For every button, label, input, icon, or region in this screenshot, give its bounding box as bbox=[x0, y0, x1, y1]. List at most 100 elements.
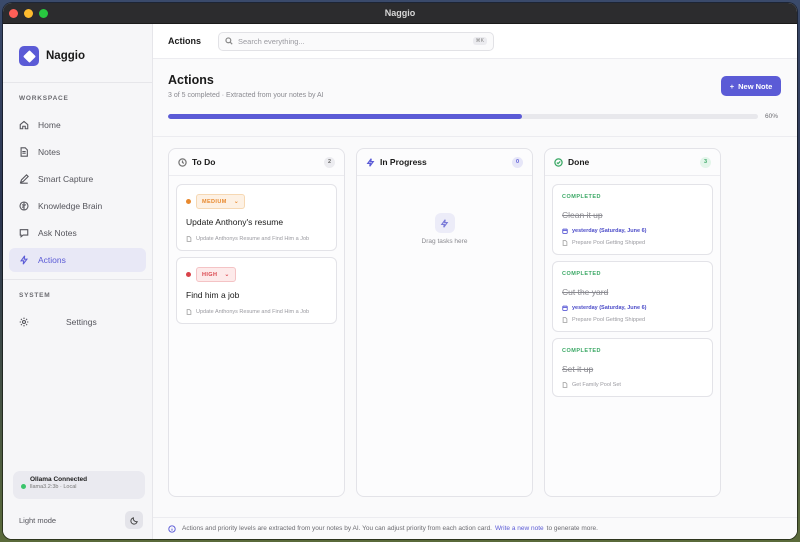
search-icon bbox=[225, 37, 233, 45]
brand-name: Naggio bbox=[46, 50, 85, 62]
source-note-link[interactable]: Prepare Pool Getting Shipped bbox=[562, 317, 703, 323]
sidebar-item-label: Smart Capture bbox=[38, 173, 94, 184]
brain-icon bbox=[19, 200, 29, 211]
page-title: Actions bbox=[168, 73, 214, 87]
topbar-title: Actions bbox=[168, 36, 202, 46]
brand[interactable]: Naggio bbox=[3, 24, 152, 74]
clock-icon bbox=[178, 157, 187, 167]
source-note-link[interactable]: Prepare Pool Getting Shipped bbox=[562, 240, 703, 246]
completed-badge: COMPLETED bbox=[562, 271, 602, 277]
chevron-down-icon: ⌄ bbox=[224, 272, 230, 278]
source-note-link[interactable]: Update Anthonys Resume and Find Him a Jo… bbox=[186, 309, 327, 315]
column-done[interactable]: Done 3 COMPLETED Clean it up yesterday (… bbox=[544, 148, 721, 497]
progress-percent: 60% bbox=[765, 112, 779, 120]
search-bar[interactable]: ⌘K bbox=[218, 31, 494, 51]
source-note-link[interactable]: Update Anthonys Resume and Find Him a Jo… bbox=[186, 236, 327, 242]
document-icon bbox=[186, 309, 192, 315]
action-card[interactable]: MEDIUM ⌄ Update Anthony's resume Update … bbox=[176, 184, 337, 251]
window-title: Naggio bbox=[384, 8, 416, 18]
footer-info-bar: Actions and priority levels are extracte… bbox=[153, 517, 797, 539]
footer-suffix: to generate more. bbox=[546, 525, 598, 532]
completed-badge: COMPLETED bbox=[562, 348, 602, 354]
empty-text: Drag tasks here bbox=[421, 238, 468, 245]
topbar: Actions ⌘K bbox=[153, 24, 797, 59]
completed-action-card[interactable]: COMPLETED Cut the yard yesterday (Saturd… bbox=[552, 261, 713, 332]
calendar-icon bbox=[562, 228, 568, 234]
kanban-board: To Do 2 MEDIUM ⌄ Update Anthony's resume… bbox=[153, 137, 797, 497]
pencil-icon bbox=[19, 173, 29, 184]
sidebar-item-label: Knowledge Brain bbox=[38, 200, 103, 211]
search-input[interactable] bbox=[238, 36, 473, 46]
action-title: Set it up bbox=[562, 364, 594, 374]
column-title: In Progress bbox=[380, 157, 427, 167]
new-note-button[interactable]: + New Note bbox=[721, 76, 781, 96]
source-note-link[interactable]: Get Family Pool Set bbox=[562, 382, 703, 388]
minimize-window-button[interactable] bbox=[24, 8, 33, 18]
sidebar-item-knowledge-brain[interactable]: Knowledge Brain bbox=[9, 194, 146, 218]
page-header: Actions 3 of 5 completed · Extracted fro… bbox=[153, 59, 797, 109]
document-icon bbox=[562, 317, 568, 323]
document-icon bbox=[562, 240, 568, 246]
action-card[interactable]: HIGH ⌄ Find him a job Update Anthonys Re… bbox=[176, 257, 337, 324]
column-todo[interactable]: To Do 2 MEDIUM ⌄ Update Anthony's resume… bbox=[168, 148, 345, 497]
sidebar-item-label: Notes bbox=[38, 146, 61, 157]
close-window-button[interactable] bbox=[9, 8, 18, 18]
completed-date: yesterday (Saturday, June 6) bbox=[562, 305, 703, 311]
progress-track bbox=[168, 113, 758, 119]
sidebar-item-actions[interactable]: Actions bbox=[9, 247, 146, 272]
action-title: Update Anthony's resume bbox=[186, 217, 284, 227]
moon-icon bbox=[129, 516, 138, 525]
calendar-icon bbox=[562, 305, 568, 311]
status-title: Ollama Connected bbox=[30, 476, 88, 483]
completed-action-card[interactable]: COMPLETED Set it up Get Family Pool Set bbox=[552, 338, 713, 397]
priority-label: HIGH bbox=[202, 271, 218, 278]
logo-icon bbox=[19, 46, 39, 66]
main-content: Actions ⌘K Actions 3 of 5 completed · Ex… bbox=[153, 24, 797, 539]
priority-select[interactable]: HIGH ⌄ bbox=[196, 267, 236, 282]
sidebar-item-label: Home bbox=[38, 119, 61, 130]
column-in-progress[interactable]: In Progress 0 Drag tasks here bbox=[356, 148, 533, 497]
sidebar-item-settings[interactable]: Settings bbox=[9, 310, 146, 334]
column-count-badge: 3 bbox=[700, 156, 711, 168]
empty-drop-zone[interactable]: Drag tasks here bbox=[357, 176, 532, 496]
sidebar-item-label: Actions bbox=[38, 254, 66, 265]
search-shortcut-hint: ⌘K bbox=[472, 37, 487, 45]
action-title: Clean it up bbox=[562, 210, 603, 220]
sidebar-item-label: Settings bbox=[66, 316, 97, 327]
document-icon bbox=[186, 236, 192, 242]
action-title: Find him a job bbox=[186, 290, 240, 300]
sidebar-item-label: Ask Notes bbox=[38, 227, 77, 238]
priority-select[interactable]: MEDIUM ⌄ bbox=[196, 194, 246, 209]
completed-action-card[interactable]: COMPLETED Clean it up yesterday (Saturda… bbox=[552, 184, 713, 255]
footer-text: Actions and priority levels are extracte… bbox=[182, 525, 492, 532]
bolt-icon bbox=[20, 255, 28, 264]
chevron-down-icon: ⌄ bbox=[233, 199, 240, 205]
bolt-icon bbox=[434, 213, 455, 233]
check-circle-icon bbox=[554, 157, 563, 167]
page-subtitle: 3 of 5 completed · Extracted from your n… bbox=[168, 92, 324, 99]
completed-date: yesterday (Saturday, June 6) bbox=[562, 228, 703, 234]
date-label: yesterday (Saturday, June 6) bbox=[572, 228, 647, 234]
sidebar-item-smart-capture[interactable]: Smart Capture bbox=[9, 167, 146, 191]
status-subtitle: llama3.2:3b · Local bbox=[30, 484, 77, 490]
priority-dot bbox=[186, 272, 191, 277]
theme-toggle-button[interactable] bbox=[125, 511, 143, 529]
completed-badge: COMPLETED bbox=[562, 194, 602, 200]
column-title: To Do bbox=[192, 157, 216, 167]
column-count-badge: 2 bbox=[324, 156, 335, 168]
source-note-label: Prepare Pool Getting Shipped bbox=[572, 317, 646, 323]
info-icon bbox=[168, 524, 176, 533]
column-title: Done bbox=[568, 157, 590, 167]
sidebar-item-home[interactable]: Home bbox=[9, 113, 146, 137]
home-icon bbox=[19, 120, 29, 129]
sidebar-item-ask-notes[interactable]: Ask Notes bbox=[9, 221, 146, 245]
action-title: Cut the yard bbox=[562, 287, 609, 297]
plus-icon: + bbox=[729, 81, 735, 91]
maximize-window-button[interactable] bbox=[39, 8, 48, 18]
gear-icon bbox=[19, 317, 29, 326]
write-new-note-link[interactable]: Write a new note bbox=[495, 525, 544, 532]
column-count-badge: 0 bbox=[512, 156, 523, 168]
ollama-status-card: Ollama Connected llama3.2:3b · Local bbox=[13, 471, 145, 499]
sidebar-item-notes[interactable]: Notes bbox=[9, 140, 146, 164]
document-icon bbox=[20, 146, 28, 157]
